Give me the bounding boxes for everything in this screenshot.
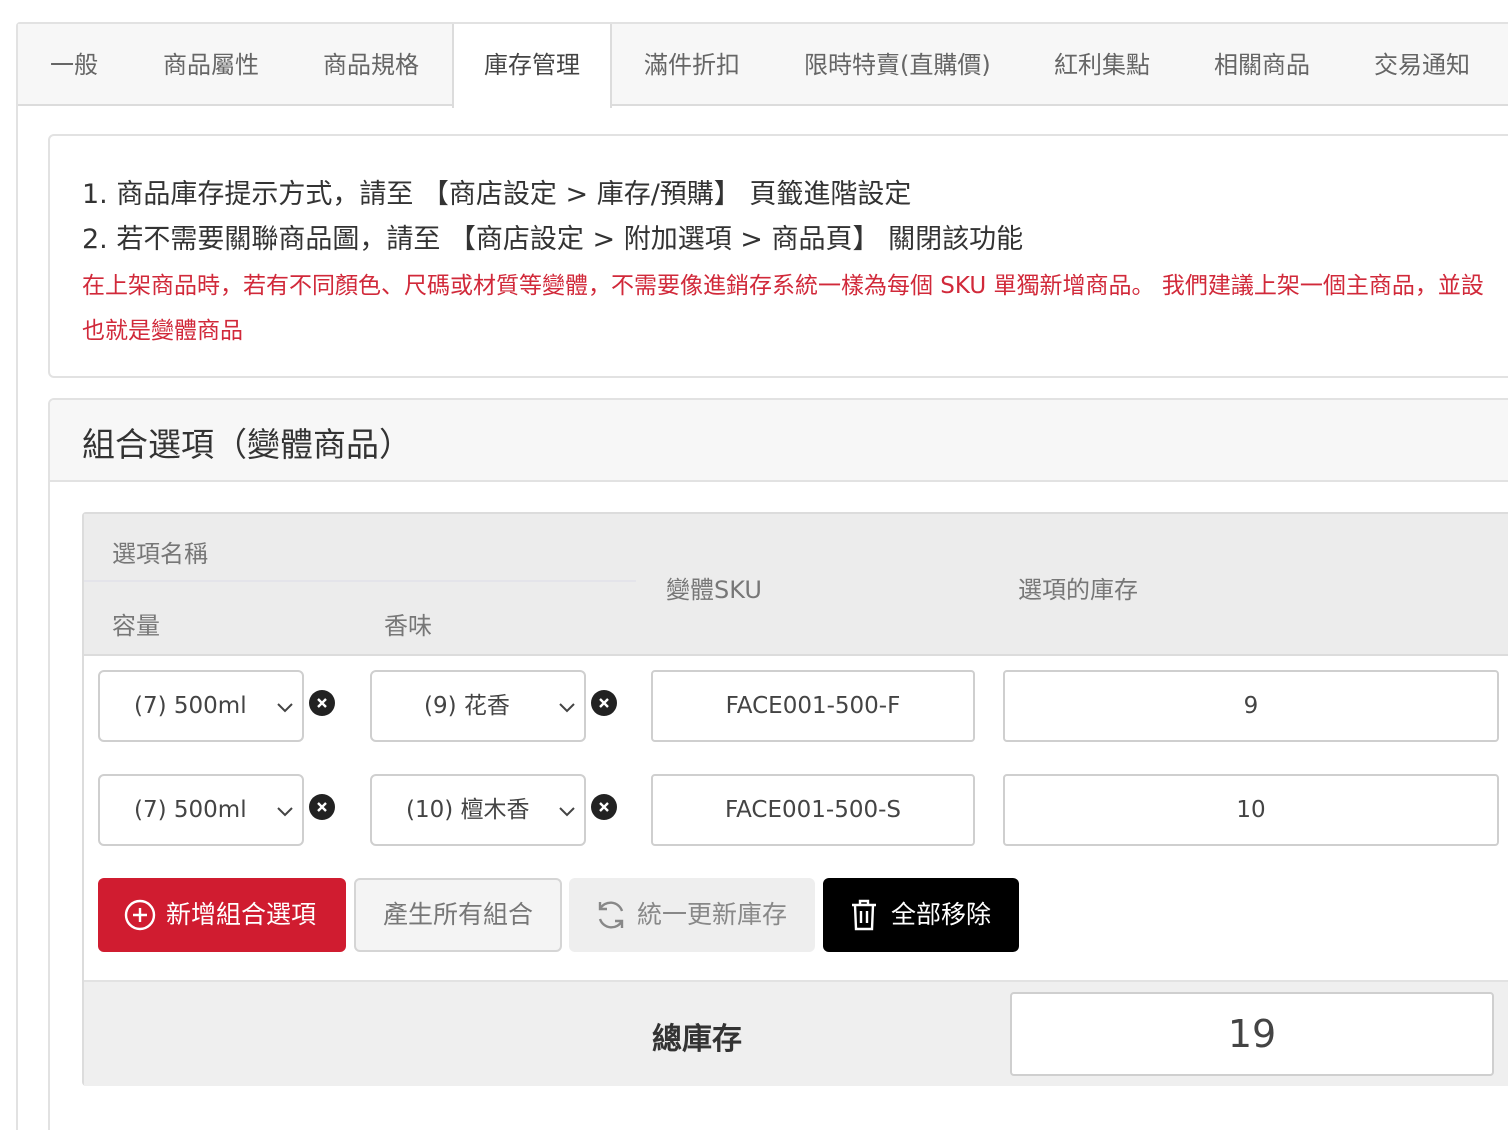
tab-attributes[interactable]: 商品屬性 <box>163 24 259 106</box>
remove-all-label: 全部移除 <box>891 900 992 929</box>
tab-bar: 一般 商品屬性 商品規格 庫存管理 滿件折扣 限時特賣(直購價) 紅利集點 相關… <box>18 24 1508 108</box>
sku-input[interactable]: FACE001-500-F <box>651 670 975 742</box>
stock-input[interactable]: 9 <box>1003 670 1499 742</box>
tab-bulk-discount[interactable]: 滿件折扣 <box>644 24 740 106</box>
variants-title: 組合選項（變體商品） <box>82 425 412 464</box>
add-variant-button[interactable]: 新增組合選項 <box>98 878 346 952</box>
tab-notifications[interactable]: 交易通知 <box>1374 24 1470 106</box>
generate-combinations-button[interactable]: 產生所有組合 <box>354 878 562 952</box>
add-variant-label: 新增組合選項 <box>166 900 317 929</box>
tab-specs[interactable]: 商品規格 <box>323 24 419 106</box>
notice-warning-1: 在上架商品時，若有不同顏色、尺碼或材質等變體，不需要像進銷存系統一樣為每個 SK… <box>82 273 1484 299</box>
scent-select-value: (10) 檀木香 <box>406 797 530 823</box>
update-stock-button[interactable]: 統一更新庫存 <box>569 878 815 952</box>
tab-related-products[interactable]: 相關商品 <box>1214 24 1310 106</box>
trash-icon <box>852 899 876 931</box>
capacity-select-value: (7) 500ml <box>134 797 247 823</box>
notice-warning-2: 也就是變體商品 <box>82 318 243 344</box>
variants-table-header: 選項名稱 容量 香味 變體SKU 選項的庫存 <box>84 514 1508 656</box>
clear-circle-icon[interactable] <box>309 794 335 820</box>
plus-circle-icon <box>124 899 156 931</box>
tab-reward-points[interactable]: 紅利集點 <box>1054 24 1150 106</box>
clear-circle-icon[interactable] <box>591 794 617 820</box>
capacity-select[interactable]: (7) 500ml <box>98 774 304 846</box>
notice-line-1: 1. 商品庫存提示方式，請至 【商店設定 > 庫存/預購】 頁籤進階設定 <box>82 179 912 210</box>
variants-card-header: 組合選項（變體商品） <box>50 400 1508 482</box>
refresh-icon <box>598 901 624 929</box>
chevron-down-icon <box>277 703 293 713</box>
header-stock: 選項的庫存 <box>1018 576 1138 604</box>
stock-input[interactable]: 10 <box>1003 774 1499 846</box>
scent-select[interactable]: (10) 檀木香 <box>370 774 586 846</box>
tab-inventory[interactable]: 庫存管理 <box>452 24 612 108</box>
header-scent: 香味 <box>384 612 432 640</box>
remove-all-button[interactable]: 全部移除 <box>823 878 1019 952</box>
scent-select[interactable]: (9) 花香 <box>370 670 586 742</box>
tab-flash-sale[interactable]: 限時特賣(直購價) <box>804 24 991 106</box>
capacity-select[interactable]: (7) 500ml <box>98 670 304 742</box>
header-divider <box>84 580 636 582</box>
scent-select-value: (9) 花香 <box>424 693 510 719</box>
notice-line-2: 2. 若不需要關聯商品圖，請至 【商店設定 > 附加選項 > 商品頁】 關閉該功… <box>82 224 1024 255</box>
sku-input[interactable]: FACE001-500-S <box>651 774 975 846</box>
capacity-select-value: (7) 500ml <box>134 693 247 719</box>
clear-circle-icon[interactable] <box>309 690 335 716</box>
variants-card: 組合選項（變體商品） 選項名稱 容量 香味 變體SKU 選項的庫存 (7) 50… <box>48 398 1508 1130</box>
inventory-notice: 1. 商品庫存提示方式，請至 【商店設定 > 庫存/預購】 頁籤進階設定 2. … <box>48 134 1508 378</box>
update-stock-label: 統一更新庫存 <box>637 900 788 929</box>
header-capacity: 容量 <box>112 612 160 640</box>
chevron-down-icon <box>277 807 293 817</box>
total-stock-value: 19 <box>1010 992 1494 1076</box>
chevron-down-icon <box>559 703 575 713</box>
chevron-down-icon <box>559 807 575 817</box>
tab-general[interactable]: 一般 <box>50 24 98 106</box>
header-sku: 變體SKU <box>666 576 762 604</box>
clear-circle-icon[interactable] <box>591 690 617 716</box>
header-option-name: 選項名稱 <box>112 540 208 568</box>
variants-table: 選項名稱 容量 香味 變體SKU 選項的庫存 (7) 500ml (9) 花香 … <box>82 512 1508 1086</box>
total-stock-row: 總庫存 19 <box>84 980 1508 1086</box>
total-stock-label: 總庫存 <box>652 1022 742 1057</box>
